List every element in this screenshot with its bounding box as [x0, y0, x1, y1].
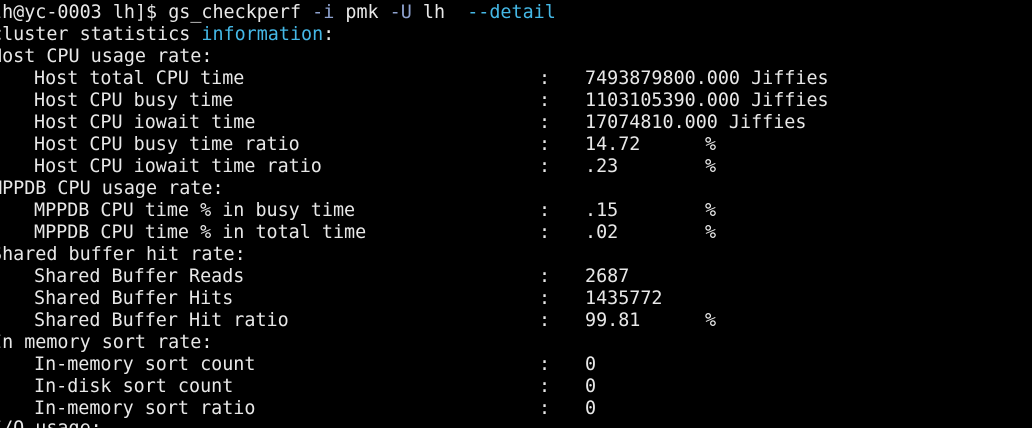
stat-label: Host CPU busy time ratio	[34, 134, 300, 155]
stat-label: Host CPU busy time	[34, 90, 234, 111]
stat-value: .02	[585, 222, 619, 243]
stat-separator: :	[539, 112, 551, 133]
stat-value: 17074810.000 Jiffies	[585, 112, 807, 133]
stat-separator: :	[539, 90, 551, 111]
option-i-value: pmk	[345, 2, 379, 23]
output-heading: cluster statistics information:	[0, 24, 334, 46]
option-u-value: lh	[422, 2, 446, 23]
stat-label: In-memory sort count	[34, 354, 256, 375]
stat-row: Host CPU busy time ratio: 14.72%	[0, 134, 1032, 156]
section-title: Host CPU usage rate:	[0, 46, 213, 67]
stat-label: Host total CPU time	[34, 68, 245, 89]
stat-value: 99.81	[585, 310, 641, 331]
stat-label: Host CPU iowait time	[34, 112, 256, 133]
stat-unit: %	[705, 310, 717, 331]
command-name: gs_checkperf	[168, 2, 302, 23]
command-line: lh@yc-0003 lh]$ gs_checkperf -i pmk -U l…	[0, 2, 556, 24]
stat-value: 14.72	[585, 134, 641, 155]
section-title: Shared buffer hit rate:	[0, 244, 246, 265]
stat-value: 0	[585, 376, 597, 397]
stat-row: Shared Buffer Reads: 2687	[0, 266, 1032, 288]
option-i: -i	[312, 2, 335, 23]
stat-label: In-disk sort count	[34, 376, 234, 397]
stat-separator: :	[539, 376, 551, 397]
stat-separator: :	[539, 222, 551, 243]
prompt-dir: lh]$	[112, 2, 158, 23]
stat-value: 2687	[585, 266, 630, 287]
stat-row: Host CPU busy time: 1103105390.000 Jiffie…	[0, 90, 1032, 112]
stat-unit: %	[705, 156, 717, 177]
stat-label: MPPDB CPU time % in busy time	[34, 200, 356, 221]
stat-separator: :	[539, 134, 551, 155]
option-u: -U	[389, 2, 412, 23]
stat-row: Host CPU iowait time ratio: .23%	[0, 156, 1032, 178]
stat-value: .23	[585, 156, 619, 177]
stat-unit: %	[705, 134, 717, 155]
stat-separator: :	[539, 266, 551, 287]
stat-value: 0	[585, 398, 597, 419]
prompt-user-host: lh@yc-0003	[0, 2, 102, 23]
heading-prefix: cluster statistics	[0, 24, 202, 45]
stat-row: In-memory sort count: 0	[0, 354, 1032, 376]
stat-row: Shared Buffer Hit ratio: 99.81%	[0, 310, 1032, 332]
stat-separator: :	[539, 156, 551, 177]
heading-suffix: :	[323, 24, 335, 45]
stat-label: Shared Buffer Hit ratio	[34, 310, 289, 331]
section-title: MPPDB CPU usage rate:	[0, 178, 224, 199]
stat-row: Host CPU iowait time: 17074810.000 Jiffie…	[0, 112, 1032, 134]
stat-value: .15	[585, 200, 619, 221]
stat-separator: :	[539, 288, 551, 309]
stat-unit: %	[705, 222, 717, 243]
stat-row: In-memory sort ratio: 0	[0, 398, 1032, 420]
stat-value: 7493879800.000 Jiffies	[585, 68, 829, 89]
heading-info-word: information	[201, 24, 324, 45]
stat-separator: :	[539, 354, 551, 375]
stat-row: MPPDB CPU time % in total time: .02%	[0, 222, 1032, 244]
stat-value: 1103105390.000 Jiffies	[585, 90, 829, 111]
stat-row: In-disk sort count: 0	[0, 376, 1032, 398]
option-detail: --detail	[467, 2, 556, 23]
stat-value: 0	[585, 354, 597, 375]
stat-label: MPPDB CPU time % in total time	[34, 222, 367, 243]
stat-label: Shared Buffer Hits	[34, 288, 234, 309]
stat-row: Shared Buffer Hits: 1435772	[0, 288, 1032, 310]
stat-label: In-memory sort ratio	[34, 398, 256, 419]
terminal-window[interactable]: lh@yc-0003 lh]$ gs_checkperf -i pmk -U l…	[0, 0, 1032, 428]
stat-row: Host total CPU time: 7493879800.000 Jiffi…	[0, 68, 1032, 90]
stat-separator: :	[539, 310, 551, 331]
stat-separator: :	[539, 68, 551, 89]
stat-unit: %	[705, 200, 717, 221]
stat-label: Host CPU iowait time ratio	[34, 156, 322, 177]
stat-label: Shared Buffer Reads	[34, 266, 245, 287]
stat-value: 1435772	[585, 288, 663, 309]
cut-off-line: I/O usage:	[0, 418, 102, 428]
stat-separator: :	[539, 398, 551, 419]
stat-row: MPPDB CPU time % in busy time: .15%	[0, 200, 1032, 222]
section-title: In memory sort rate:	[0, 332, 213, 353]
stat-separator: :	[539, 200, 551, 221]
